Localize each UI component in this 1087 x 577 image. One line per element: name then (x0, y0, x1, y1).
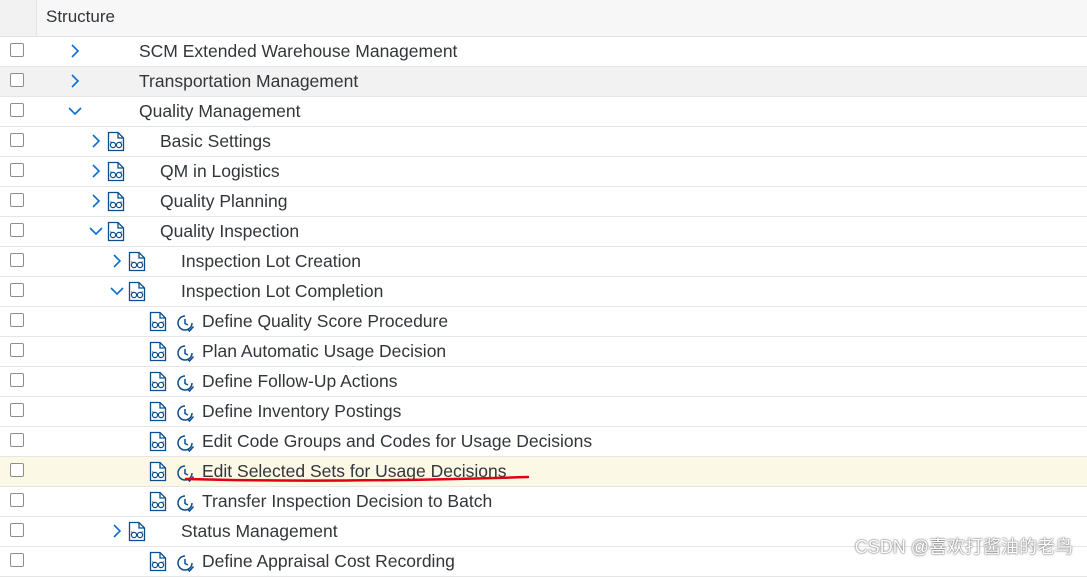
tree-row-basic-settings[interactable]: Basic Settings (0, 127, 1087, 157)
row-checkbox[interactable] (10, 73, 24, 87)
tree-node-label[interactable]: Edit Code Groups and Codes for Usage Dec… (202, 431, 592, 452)
doc-glasses-icon[interactable] (148, 461, 168, 482)
chevron-right-icon[interactable] (110, 523, 124, 539)
tree-node-label[interactable]: Define Inventory Postings (202, 401, 401, 422)
tree-row-qm-in-logistics[interactable]: QM in Logistics (0, 157, 1087, 187)
tree-node-label[interactable]: Define Quality Score Procedure (202, 311, 448, 332)
chevron-right-icon[interactable] (68, 73, 82, 89)
clock-check-icon[interactable] (175, 403, 195, 423)
tree-node-label[interactable]: Quality Planning (160, 191, 287, 212)
chevron-right-icon[interactable] (89, 133, 103, 149)
row-checkbox[interactable] (10, 193, 24, 207)
tree-row-edit-code-groups-and-codes-for-usage-decisions[interactable]: Edit Code Groups and Codes for Usage Dec… (0, 427, 1087, 457)
row-checkbox[interactable] (10, 463, 24, 477)
tree-node-label[interactable]: Quality Inspection (160, 221, 299, 242)
clock-check-icon[interactable] (175, 313, 195, 333)
row-checkbox[interactable] (10, 343, 24, 357)
chevron-right-icon[interactable] (89, 193, 103, 209)
clock-check-icon[interactable] (175, 373, 195, 393)
chevron-down-icon[interactable] (68, 103, 82, 119)
tree-row-define-quality-score-procedure[interactable]: Define Quality Score Procedure (0, 307, 1087, 337)
tree-node-label[interactable]: Edit Selected Sets for Usage Decisions (202, 461, 506, 482)
tree-node-label[interactable]: Inspection Lot Creation (181, 251, 361, 272)
row-checkbox[interactable] (10, 403, 24, 417)
doc-glasses-icon[interactable] (148, 311, 168, 332)
clock-check-icon[interactable] (175, 463, 195, 483)
tree-row-quality-inspection[interactable]: Quality Inspection (0, 217, 1087, 247)
tree-node-label[interactable]: SCM Extended Warehouse Management (139, 41, 457, 62)
row-checkbox[interactable] (10, 523, 24, 537)
doc-glasses-icon[interactable] (148, 431, 168, 452)
tree-row-quality-management[interactable]: Quality Management (0, 97, 1087, 127)
doc-glasses-icon[interactable] (148, 341, 168, 362)
doc-glasses-icon[interactable] (106, 131, 126, 152)
tree-row-inspection-lot-completion[interactable]: Inspection Lot Completion (0, 277, 1087, 307)
row-checkbox[interactable] (10, 373, 24, 387)
tree-row-inspection-lot-creation[interactable]: Inspection Lot Creation (0, 247, 1087, 277)
doc-glasses-icon[interactable] (148, 551, 168, 572)
tree-node-label[interactable]: Inspection Lot Completion (181, 281, 383, 302)
row-checkbox[interactable] (10, 283, 24, 297)
row-checkbox[interactable] (10, 553, 24, 567)
doc-glasses-icon[interactable] (148, 491, 168, 512)
row-checkbox[interactable] (10, 493, 24, 507)
tree-row-define-follow-up-actions[interactable]: Define Follow-Up Actions (0, 367, 1087, 397)
row-checkbox[interactable] (10, 103, 24, 117)
row-checkbox[interactable] (10, 313, 24, 327)
clock-check-icon[interactable] (175, 343, 195, 363)
tree-node-label[interactable]: Basic Settings (160, 131, 271, 152)
tree-row-quality-planning[interactable]: Quality Planning (0, 187, 1087, 217)
select-all-cell[interactable] (0, 0, 37, 36)
watermark-text: CSDN @喜欢打酱油的老鸟 (854, 537, 1073, 557)
row-checkbox[interactable] (10, 43, 24, 57)
tree-node-label[interactable]: Transfer Inspection Decision to Batch (202, 491, 492, 512)
tree-row-scm-extended-warehouse-management[interactable]: SCM Extended Warehouse Management (0, 37, 1087, 67)
tree-table: SCM Extended Warehouse Management Transpo… (0, 37, 1087, 577)
row-checkbox[interactable] (10, 223, 24, 237)
chevron-right-icon[interactable] (89, 163, 103, 179)
doc-glasses-icon[interactable] (106, 221, 126, 242)
tree-row-edit-selected-sets-for-usage-decisions[interactable]: Edit Selected Sets for Usage Decisions (0, 457, 1087, 487)
tree-row-define-inventory-postings[interactable]: Define Inventory Postings (0, 397, 1087, 427)
tree-node-label[interactable]: Quality Management (139, 101, 300, 122)
doc-glasses-icon[interactable] (127, 281, 147, 302)
row-checkbox[interactable] (10, 433, 24, 447)
tree-row-plan-automatic-usage-decision[interactable]: Plan Automatic Usage Decision (0, 337, 1087, 367)
tree-row-transportation-management[interactable]: Transportation Management (0, 67, 1087, 97)
chevron-right-icon[interactable] (68, 43, 82, 59)
doc-glasses-icon[interactable] (106, 161, 126, 182)
row-checkbox[interactable] (10, 133, 24, 147)
tree-node-label[interactable]: Define Follow-Up Actions (202, 371, 398, 392)
row-checkbox[interactable] (10, 253, 24, 267)
tree-node-label[interactable]: QM in Logistics (160, 161, 280, 182)
doc-glasses-icon[interactable] (148, 371, 168, 392)
doc-glasses-icon[interactable] (127, 251, 147, 272)
clock-check-icon[interactable] (175, 493, 195, 513)
chevron-down-icon[interactable] (110, 283, 124, 299)
row-checkbox[interactable] (10, 163, 24, 177)
chevron-down-icon[interactable] (89, 223, 103, 239)
doc-glasses-icon[interactable] (148, 401, 168, 422)
tree-node-label[interactable]: Status Management (181, 521, 338, 542)
tree-node-label[interactable]: Define Appraisal Cost Recording (202, 551, 455, 572)
tree-node-label[interactable]: Transportation Management (139, 71, 358, 92)
column-title-structure: Structure (46, 7, 115, 26)
clock-check-icon[interactable] (175, 553, 195, 573)
doc-glasses-icon[interactable] (127, 521, 147, 542)
chevron-right-icon[interactable] (110, 253, 124, 269)
clock-check-icon[interactable] (175, 433, 195, 453)
doc-glasses-icon[interactable] (106, 191, 126, 212)
tree-header: Structure (0, 0, 1087, 37)
tree-row-transfer-inspection-decision-to-batch[interactable]: Transfer Inspection Decision to Batch (0, 487, 1087, 517)
tree-node-label[interactable]: Plan Automatic Usage Decision (202, 341, 446, 362)
